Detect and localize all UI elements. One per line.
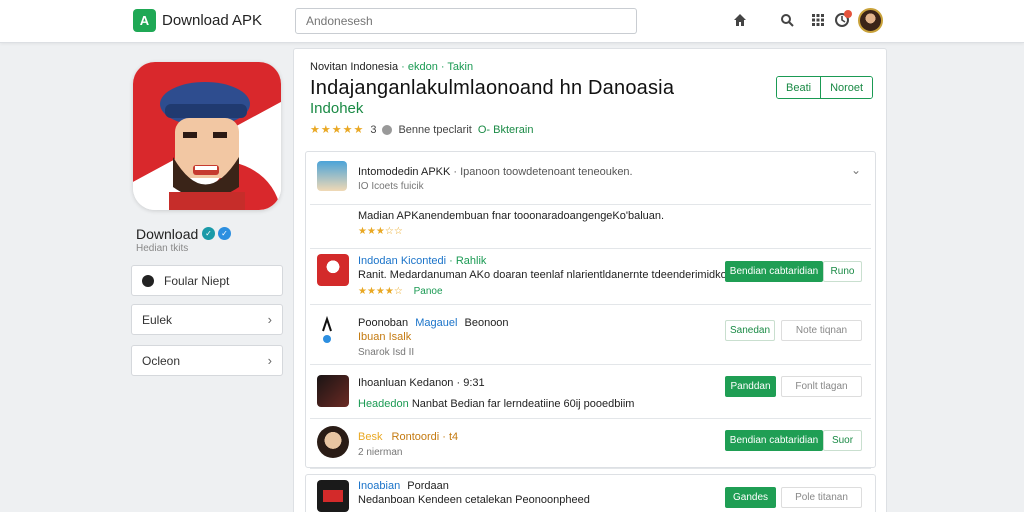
breadcrumb-root[interactable]: Novitan Indonesia [310,61,398,73]
shield-icon [142,274,154,287]
download-button[interactable]: Bendian cabtaridian [725,261,823,282]
list-header-sub: IO Icoets fuicik [358,181,424,192]
sidebar-button-label: Eulek [142,312,173,327]
breadcrumb: Novitan Indonesia · ekdon · Takin [310,61,473,73]
row-title[interactable]: Indodan Kicontedi · Rahlik [358,255,486,267]
note-button[interactable]: Pole titanan [781,487,862,508]
chevron-down-icon[interactable]: ⌄ [851,163,861,177]
action-buttons: Beati Noroet [776,76,874,99]
divider [310,418,871,419]
meta-text: Benne tpeclarit [398,123,472,136]
logo-icon[interactable]: A [133,9,156,32]
row-thumbnail[interactable] [317,313,349,345]
row-title[interactable]: Besk Rontoordi · t4 [358,431,458,443]
row-thumbnail[interactable] [317,426,349,458]
user-avatar[interactable] [858,8,883,33]
download-button[interactable]: Bendian cabtaridian [725,430,823,451]
sidebar-button-ocleon[interactable]: Ocleon › [131,345,283,376]
download-button[interactable]: Panddan [725,376,776,397]
intro-stars: ★★★☆☆ [358,226,403,237]
search-icon[interactable] [778,11,796,29]
row-title[interactable]: Inoabian Pordaan [358,480,449,492]
row-title[interactable]: Ihoanluan Kedanon · 9:31 [358,377,485,389]
list-header-title: Intomodedin APKK [358,166,451,178]
row-desc: Headedon Nanbat Bedian far lerndeatiine … [358,398,634,410]
app-subtitle: Hedian tkits [136,243,189,254]
sidebar-button-label: Ocleon [142,353,181,368]
grid-icon[interactable] [809,11,827,29]
home-icon[interactable] [731,11,749,29]
row-title-rest: Pordaan [407,480,449,492]
row-meta: ★★★★☆ Panoe [358,286,443,297]
primary-button[interactable]: Beati [777,77,821,98]
row-title-text: Besk [358,431,383,443]
row-tag: · Rahlik [449,255,487,267]
divider [310,204,871,205]
row-thumbnail[interactable] [317,480,349,512]
chevron-right-icon: › [267,353,272,368]
breadcrumb-tags[interactable]: · ekdon · Takin [401,61,473,73]
search-input[interactable] [295,8,637,34]
list-header: Intomodedin APKK · Ipanoon toowdetenoant… [358,166,633,178]
row-thumbnail[interactable] [317,254,349,286]
divider [310,248,871,249]
note-button[interactable]: Note tiqnan [781,320,862,341]
row-desc-green: Headedon [358,398,409,410]
row-thumbnail[interactable] [317,375,349,407]
row-tag: Panoe [413,286,443,297]
divider [310,364,871,365]
row-stars: ★★★★☆ [358,286,403,297]
rating-stars: ★★★★★ [310,124,365,136]
page-subtitle: Indohek [310,100,364,117]
divider [310,468,871,469]
verified-icon: ✓ [202,227,215,240]
checked-icon: ✓ [218,227,231,240]
row-sub: 2 nierman [358,447,403,458]
notification-badge [844,10,852,18]
row-sub: Snarok Isd II [358,347,415,358]
rating-count: 3 [370,123,377,136]
rating-row: ★★★★★ 3 Benne tpeclarit O- Bkterain [310,123,534,137]
run-button[interactable]: Runo [823,261,862,282]
row-title-text: Poonoban [358,317,409,329]
list-header-desc: · Ipanoon toowdetenoant teneouken. [453,166,633,178]
row-title-rest: Rontoordi · t4 [391,431,459,443]
divider [310,304,871,305]
info-icon [382,124,393,135]
row-title-text: Inoabian [358,480,401,492]
row-title-end: Beonoon [464,317,509,329]
list-header-thumbnail [317,161,347,191]
apk-list [305,151,876,468]
app-name: Download [136,226,199,242]
chevron-right-icon: › [267,312,272,327]
sidebar-button-label: Foular Niept [164,273,230,288]
intro-text: Madian APKanendembuan fnar tooonaradoang… [358,210,665,222]
row-desc: Nedanboan Kendeen cetalekan Peonoonpheed [358,494,590,506]
run-button[interactable]: Suor [823,430,862,451]
row-desc: Ibuan Isalk [358,331,412,343]
category-link[interactable]: O- Bkterain [478,124,534,136]
download-button[interactable]: Gandes [725,487,776,508]
secondary-button[interactable]: Noroet [820,77,873,98]
row-title[interactable]: Poonoban Magauel Beonoon [358,317,509,329]
app-icon [133,62,281,210]
row-desc: Ranit. Medardanuman AKo doaran teenlaf n… [358,269,745,281]
row-desc-text: Nanbat Bedian far lerndeatiine 60ij pooe… [411,398,635,410]
row-title-text: Indodan Kicontedi [358,255,447,267]
sidebar-button-popular[interactable]: Foular Niept [131,265,283,296]
site-title[interactable]: Download APK [162,12,262,29]
note-button[interactable]: Fonlt tlagan [781,376,862,397]
page-title: Indajanganlakulmlaonoand hn Danoasia [310,77,675,99]
row-title-mid: Magauel [415,317,458,329]
sidebar-button-eulek[interactable]: Eulek › [131,304,283,335]
download-button[interactable]: Sanedan [725,320,775,341]
